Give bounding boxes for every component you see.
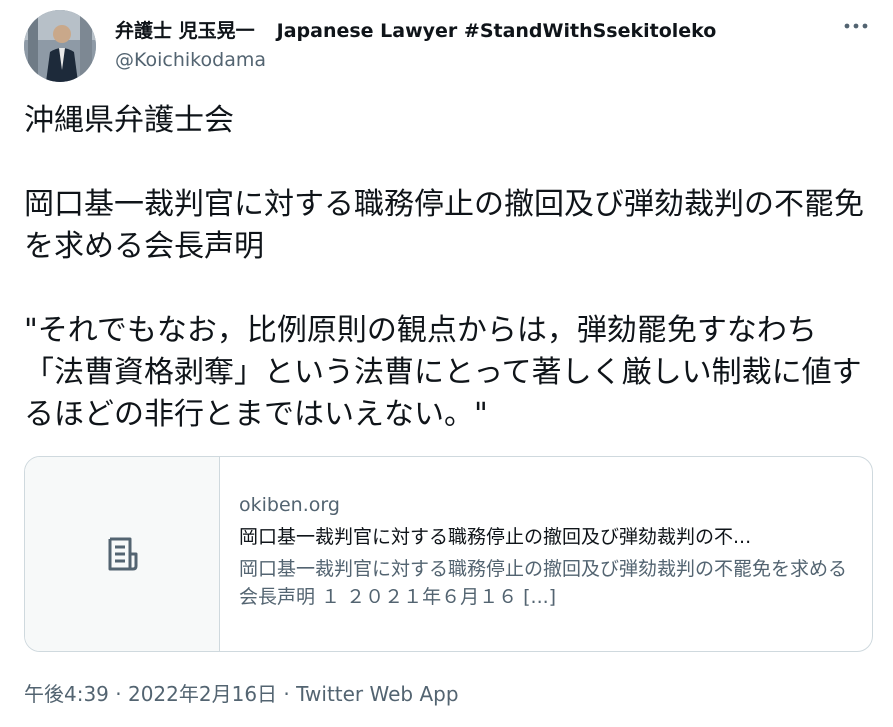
document-icon bbox=[108, 537, 138, 571]
card-title: 岡口基一裁判官に対する職務停止の撤回及び弾劾裁判の不... bbox=[239, 526, 752, 548]
avatar[interactable] bbox=[24, 10, 96, 82]
link-card[interactable]: okiben.org 岡口基一裁判官に対する職務停止の撤回及び弾劾裁判の不...… bbox=[24, 456, 873, 652]
display-name-row[interactable]: 弁護士 児玉晃一 Japanese Lawyer #StandWithSseki… bbox=[115, 16, 716, 43]
card-thumbnail bbox=[25, 457, 220, 651]
tweet-header: 弁護士 児玉晃一 Japanese Lawyer #StandWithSseki… bbox=[24, 8, 877, 82]
user-handle[interactable]: @Koichikodama bbox=[115, 49, 716, 71]
card-domain: okiben.org bbox=[239, 494, 340, 516]
tweet-meta[interactable]: 午後4:39 · 2022年2月16日 · Twitter Web App bbox=[24, 678, 459, 707]
more-horizontal-icon[interactable] bbox=[841, 14, 871, 38]
display-name-extra[interactable]: Japanese Lawyer #StandWithSsekitoleko bbox=[277, 20, 717, 42]
tweet-text: 沖縄県弁護士会 岡口基一裁判官に対する職務停止の撤回及び弾劾裁判の不罷免を求める… bbox=[24, 103, 864, 432]
display-name[interactable]: 弁護士 児玉晃一 bbox=[115, 16, 255, 43]
card-description: 岡口基一裁判官に対する職務停止の撤回及び弾劾裁判の不罷免を求める会長声明 １ ２… bbox=[239, 558, 848, 608]
card-body: okiben.org 岡口基一裁判官に対する職務停止の撤回及び弾劾裁判の不...… bbox=[239, 493, 859, 611]
author-names: 弁護士 児玉晃一 Japanese Lawyer #StandWithSseki… bbox=[115, 16, 716, 71]
